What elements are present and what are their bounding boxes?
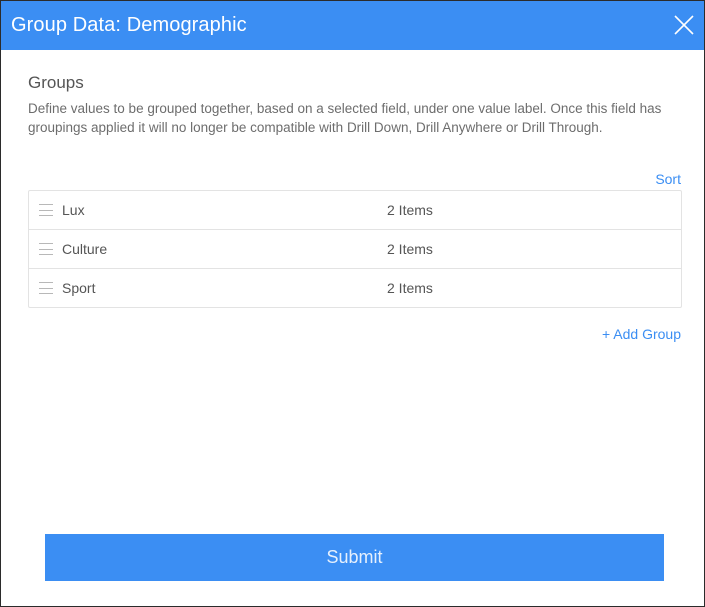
add-group-link[interactable]: + Add Group: [602, 326, 681, 342]
group-data-dialog: Group Data: Demographic Groups Define va…: [0, 0, 705, 607]
group-item-count: 2 Items: [387, 280, 433, 296]
dialog-title: Group Data: Demographic: [11, 14, 247, 36]
group-name: Culture: [62, 241, 108, 257]
group-row-lux[interactable]: Lux 2 Items: [29, 191, 681, 229]
drag-handle-icon[interactable]: [39, 243, 53, 255]
group-item-count: 2 Items: [387, 202, 433, 218]
group-row-culture[interactable]: Culture 2 Items: [29, 229, 681, 268]
submit-button[interactable]: Submit: [45, 534, 664, 581]
sort-link[interactable]: Sort: [655, 171, 681, 187]
groups-table: Lux 2 Items Culture 2 Items Sport 2 Item…: [28, 190, 682, 308]
drag-handle-icon[interactable]: [39, 204, 53, 216]
close-icon[interactable]: [672, 13, 696, 37]
group-name: Lux: [62, 202, 85, 218]
dialog-header: Group Data: Demographic: [1, 1, 704, 50]
groups-description: Define values to be grouped together, ba…: [28, 101, 662, 135]
drag-handle-icon[interactable]: [39, 282, 53, 294]
group-item-count: 2 Items: [387, 241, 433, 257]
group-row-sport[interactable]: Sport 2 Items: [29, 268, 681, 307]
groups-heading: Groups: [28, 73, 84, 92]
group-name: Sport: [62, 280, 96, 296]
